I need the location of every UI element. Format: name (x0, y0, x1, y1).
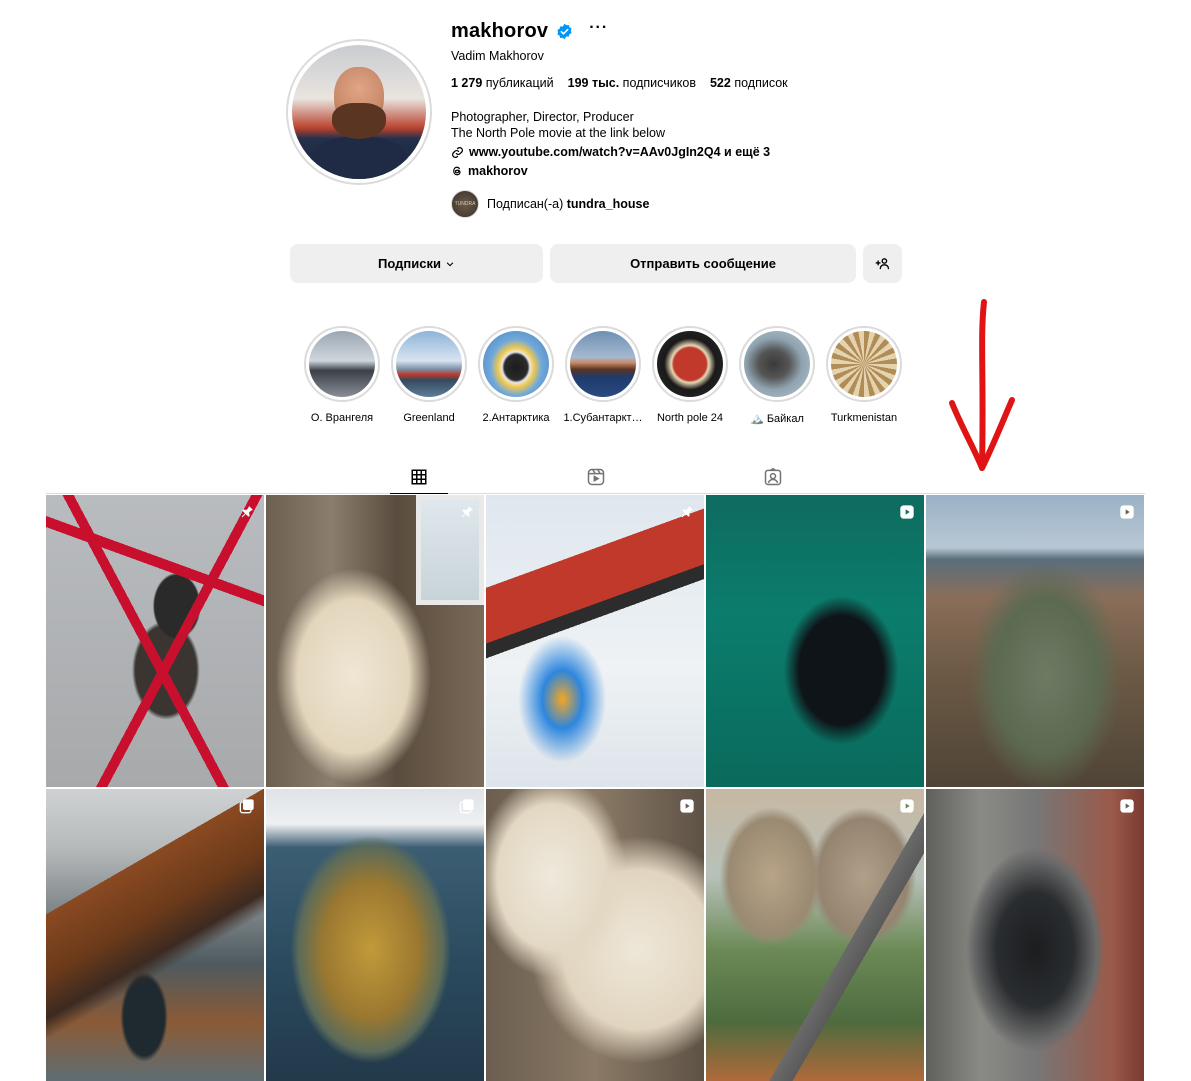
story-highlight[interactable]: 1.Субантаркт… (558, 326, 648, 424)
followed-by-avatar[interactable]: TUNDRA (451, 190, 479, 218)
followed-by[interactable]: TUNDRA Подписан(-а) tundra_house (451, 190, 649, 218)
following-dropdown-button[interactable]: Подписки (290, 244, 543, 283)
external-link-text[interactable]: www.youtube.com/watch?v=AAv0JgIn2Q4 и ещ… (469, 145, 770, 159)
bio: Photographer, Director, Producer The Nor… (451, 109, 665, 141)
reel-icon (1120, 799, 1134, 813)
send-message-button[interactable]: Отправить сообщение (550, 244, 856, 283)
link-icon (452, 146, 463, 158)
profile-avatar[interactable] (292, 45, 426, 179)
story-highlight[interactable]: О. Врангеля (297, 326, 387, 424)
threads-handle[interactable]: makhorov (468, 164, 528, 178)
post-tile[interactable] (706, 789, 924, 1081)
tagged-icon (764, 467, 782, 486)
highlight-label: Turkmenistan (830, 412, 898, 424)
story-highlight[interactable]: Turkmenistan (819, 326, 909, 424)
highlight-label: 2.Антарктика (482, 412, 550, 424)
bio-line: The North Pole movie at the link below (451, 126, 665, 140)
profile-stats: 1 279 публикаций 199 тыс. подписчиков 52… (451, 76, 788, 90)
highlight-label: О. Врангеля (310, 412, 374, 424)
posts-grid (46, 495, 1145, 1081)
profile-avatar-ring[interactable] (286, 39, 432, 185)
highlight-label: 1.Субантаркт… (563, 412, 643, 424)
post-tile[interactable] (46, 789, 264, 1081)
reel-icon (1120, 505, 1134, 519)
post-tile[interactable] (706, 495, 924, 787)
post-tile[interactable] (486, 789, 704, 1081)
threads-link[interactable]: makhorov (451, 164, 528, 178)
chevron-down-icon (446, 261, 454, 266)
suggest-users-button[interactable] (863, 244, 902, 283)
post-tile[interactable] (926, 789, 1144, 1081)
reel-icon (680, 799, 694, 813)
reel-icon (900, 505, 914, 519)
post-tile[interactable] (486, 495, 704, 787)
following-stat[interactable]: 522 подписок (710, 76, 788, 90)
carousel-icon (459, 799, 474, 814)
username-row: makhorov ··· (451, 18, 608, 44)
reel-icon (900, 799, 914, 813)
story-highlight[interactable]: Greenland (384, 326, 474, 424)
bio-line: Photographer, Director, Producer (451, 110, 634, 124)
threads-icon (453, 166, 461, 176)
add-user-icon (875, 258, 890, 270)
annotation-arrow (949, 299, 1015, 471)
tab-posts[interactable] (390, 460, 448, 494)
tab-reels[interactable] (567, 460, 625, 494)
reels-icon (587, 468, 605, 486)
full-name: Vadim Makhorov (451, 49, 544, 63)
highlight-label: 🏔️ Байкал (750, 413, 804, 425)
carousel-icon (239, 799, 254, 814)
verified-badge-icon (557, 23, 572, 39)
followers-stat[interactable]: 199 тыс. подписчиков (568, 76, 696, 90)
highlight-label: Greenland (403, 412, 455, 424)
post-tile[interactable] (926, 495, 1144, 787)
username: makhorov (451, 19, 549, 42)
post-tile[interactable] (266, 789, 484, 1081)
tab-tagged[interactable] (744, 460, 802, 494)
story-highlight[interactable]: North pole 24 (645, 326, 735, 424)
followed-by-text: Подписан(-а) tundra_house (487, 197, 650, 211)
more-options-icon[interactable]: ··· (589, 19, 608, 37)
pin-icon (461, 506, 473, 518)
story-highlight[interactable]: 2.Антарктика (471, 326, 561, 424)
external-link[interactable]: www.youtube.com/watch?v=AAv0JgIn2Q4 и ещ… (451, 145, 770, 159)
posts-grid-icon (411, 469, 427, 484)
highlight-label: North pole 24 (656, 412, 724, 424)
posts-stat: 1 279 публикаций (451, 76, 554, 90)
pin-icon (241, 506, 253, 518)
post-tile[interactable] (46, 495, 264, 787)
post-tile[interactable] (266, 495, 484, 787)
followed-by-user[interactable]: tundra_house (567, 197, 650, 211)
pin-icon (681, 506, 693, 518)
story-highlight[interactable]: 🏔️ Байкал (732, 326, 822, 425)
